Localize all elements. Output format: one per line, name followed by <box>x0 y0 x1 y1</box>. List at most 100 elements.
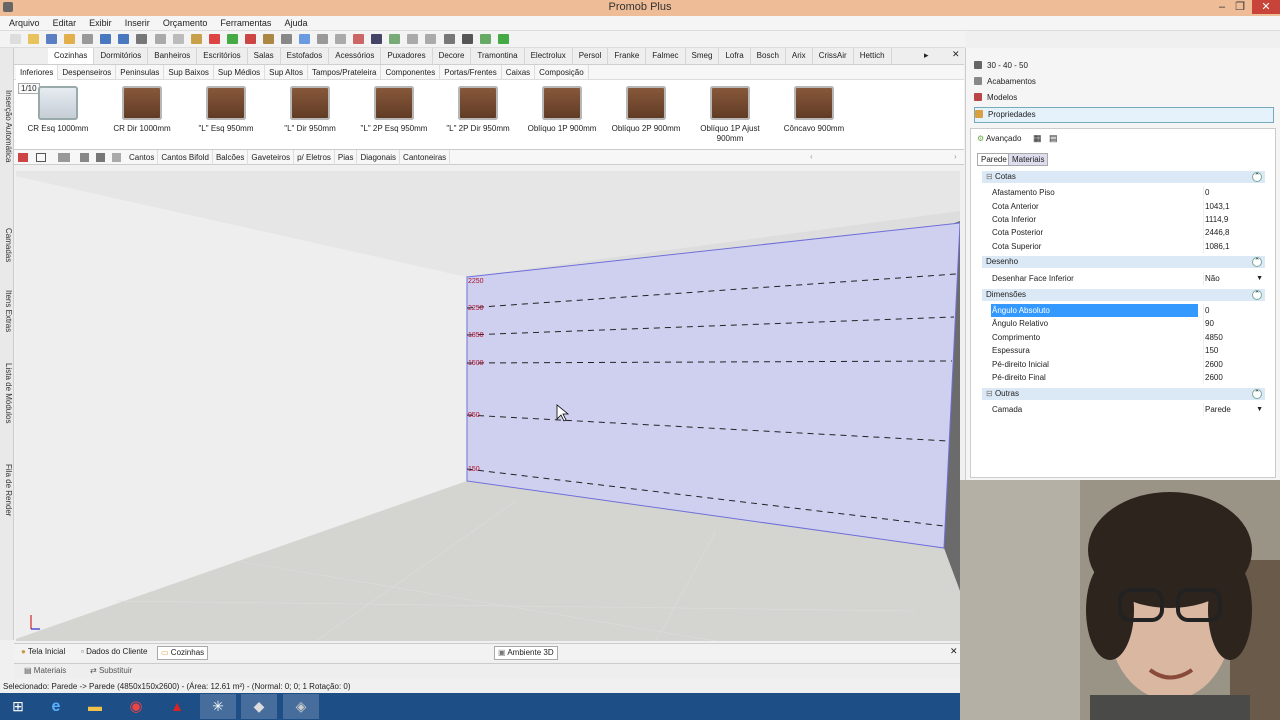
tab-persol[interactable]: Persol <box>573 48 609 64</box>
tab-escritorios[interactable]: Escritórios <box>197 48 248 64</box>
section-dimensoes[interactable]: Dimensões ⌃ <box>982 289 1265 301</box>
property-value[interactable]: 1086,1 <box>1203 240 1265 253</box>
chevron-up-icon[interactable]: ⌃ <box>1252 172 1262 182</box>
measure-icon[interactable] <box>317 34 329 44</box>
filter-balcoes[interactable]: Balcões <box>213 150 249 165</box>
tab-caixas[interactable]: Caixas <box>502 65 536 80</box>
property-row[interactable]: Espessura 150 <box>982 344 1265 357</box>
filter-p-eletros[interactable]: p/ Eletros <box>294 150 335 165</box>
tab-materiais[interactable]: ▤ Materiais <box>18 665 72 677</box>
paste-icon[interactable] <box>172 34 184 44</box>
tab-parede[interactable]: Parede <box>977 153 1011 166</box>
menu-inserir[interactable]: Inserir <box>120 16 155 31</box>
tab-bosch[interactable]: Bosch <box>751 48 786 64</box>
catalog-item[interactable]: Oblíquo 2P 900mm <box>605 86 687 134</box>
filter-gaveteiros[interactable]: Gaveteiros <box>248 150 295 165</box>
grid-icon[interactable] <box>443 34 455 44</box>
menu-arquivo[interactable]: Arquivo <box>4 16 45 31</box>
menu-editar[interactable]: Editar <box>48 16 82 31</box>
view-mode-icon[interactable] <box>18 153 28 162</box>
grid-view-icon[interactable] <box>112 153 121 162</box>
property-value[interactable]: 2600 <box>1203 358 1265 371</box>
property-row[interactable]: Cota Inferior 1114,9 <box>982 213 1265 226</box>
filter-cantos-bifold[interactable]: Cantos Bifold <box>158 150 213 165</box>
internet-explorer-icon[interactable]: e <box>38 694 74 719</box>
filter-cantoneiras[interactable]: Cantoneiras <box>400 150 451 165</box>
tab-falmec[interactable]: Falmec <box>646 48 686 64</box>
grid-icon[interactable]: ▦ <box>1033 133 1042 144</box>
rectangle-tool-icon[interactable] <box>280 34 292 44</box>
tab-lofra[interactable]: Lofra <box>719 48 751 64</box>
copy-icon[interactable] <box>154 34 166 44</box>
tab-sup-medios[interactable]: Sup Médios <box>214 65 266 80</box>
tab-ambiente-3d[interactable]: ▣ Ambiente 3D <box>494 646 558 660</box>
property-value[interactable]: 1043,1 <box>1203 200 1265 213</box>
catalog-item[interactable]: "L" 2P Dir 950mm <box>437 86 519 134</box>
tab-hettich[interactable]: Hettich <box>854 48 892 64</box>
panel-header-propriedades[interactable]: Propriedades <box>974 107 1274 123</box>
report-icon[interactable] <box>353 34 365 44</box>
property-row[interactable]: Pé-direito Final 2600 <box>982 371 1265 384</box>
property-row[interactable]: Pé-direito Inicial 2600 <box>982 358 1265 371</box>
close-icon[interactable]: ✕ <box>1252 0 1280 14</box>
tab-tramontina[interactable]: Tramontina <box>471 48 525 64</box>
tab-sup-altos[interactable]: Sup Altos <box>265 65 308 80</box>
list-icon[interactable]: ▤ <box>1049 133 1058 144</box>
windows-start-icon[interactable]: ⊞ <box>0 694 36 719</box>
property-value[interactable]: 150 <box>1203 344 1265 357</box>
tab-franke[interactable]: Franke <box>608 48 647 64</box>
property-row[interactable]: Afastamento Piso 0 <box>982 186 1265 199</box>
tab-itens-extras[interactable]: Itens Extras <box>1 286 13 336</box>
property-value[interactable]: 2446,8 <box>1203 226 1265 239</box>
tab-smeg[interactable]: Smeg <box>686 48 720 64</box>
play-icon[interactable] <box>497 34 509 44</box>
filter-icon[interactable] <box>335 34 347 44</box>
render-icon[interactable] <box>244 34 256 44</box>
layer-icon[interactable] <box>262 34 274 44</box>
print-icon[interactable] <box>82 34 94 44</box>
scroll-left-icon[interactable]: ‹ <box>810 152 813 161</box>
section-cotas[interactable]: ⊟ Cotas ⌃ <box>982 171 1265 183</box>
filter-pias[interactable]: Pias <box>335 150 358 165</box>
format-painter-icon[interactable] <box>190 34 202 44</box>
tab-tela-inicial[interactable]: ● Tela Inicial <box>18 646 68 658</box>
tab-salas[interactable]: Salas <box>248 48 281 64</box>
tab-sup-baixos[interactable]: Sup Baixos <box>164 65 214 80</box>
app-icon-2[interactable]: ◆ <box>241 694 277 719</box>
tab-componentes[interactable]: Componentes <box>381 65 441 80</box>
tab-dados-do-cliente[interactable]: ▫ Dados do Cliente <box>78 646 150 658</box>
export-icon[interactable] <box>64 34 76 44</box>
tab-acessorios[interactable]: Acessórios <box>329 48 382 64</box>
redo-icon[interactable] <box>118 34 130 44</box>
property-value[interactable]: 4850 <box>1203 331 1265 344</box>
catalog-item[interactable]: CR Esq 1000mm <box>17 86 99 134</box>
tab-portas-frentes[interactable]: Portas/Frentes <box>440 65 502 80</box>
tab-peninsulas[interactable]: Peninsulas <box>116 65 165 80</box>
tab-cozinhas[interactable]: Cozinhas <box>48 48 95 64</box>
tab-tampos-prateleira[interactable]: Tampos/Prateleira <box>308 65 382 80</box>
property-value[interactable]: 1114,9 <box>1203 213 1265 226</box>
property-row[interactable]: Cota Superior 1086,1 <box>982 240 1265 253</box>
catalog-item[interactable]: Oblíquo 1P Ajust 900mm <box>689 86 771 144</box>
tab-banheiros[interactable]: Banheiros <box>148 48 198 64</box>
maximize-icon[interactable]: ❐ <box>1232 0 1248 14</box>
advanced-button[interactable]: ⚙ Avançado <box>977 133 1021 145</box>
catalog-item[interactable]: "L" Dir 950mm <box>269 86 351 134</box>
chrome-icon[interactable]: ◉ <box>118 694 154 719</box>
window-icon[interactable] <box>36 153 46 162</box>
promob-taskbar-icon[interactable]: ◈ <box>283 694 319 719</box>
filter-cantos[interactable]: Cantos <box>126 150 159 165</box>
property-row[interactable]: Ângulo Relativo 90 <box>982 317 1265 330</box>
section-desenho[interactable]: Desenho ⌃ <box>982 256 1265 268</box>
minimize-icon[interactable]: – <box>1214 0 1230 14</box>
catalog-item[interactable]: CR Dir 1000mm <box>101 86 183 134</box>
move-icon[interactable] <box>389 34 401 44</box>
menu-orcamento[interactable]: Orçamento <box>158 16 213 31</box>
tab-despenseiros[interactable]: Despenseiros <box>58 65 117 80</box>
panel-header-acabamentos[interactable]: Acabamentos <box>974 75 1274 89</box>
tab-inferiores[interactable]: Inferiores <box>16 65 59 80</box>
undo-icon[interactable] <box>100 34 112 44</box>
tab-camadas[interactable]: Camadas <box>1 220 13 270</box>
file-explorer-icon[interactable]: ▬ <box>77 694 113 719</box>
catalog-item[interactable]: "L" 2P Esq 950mm <box>353 86 435 134</box>
